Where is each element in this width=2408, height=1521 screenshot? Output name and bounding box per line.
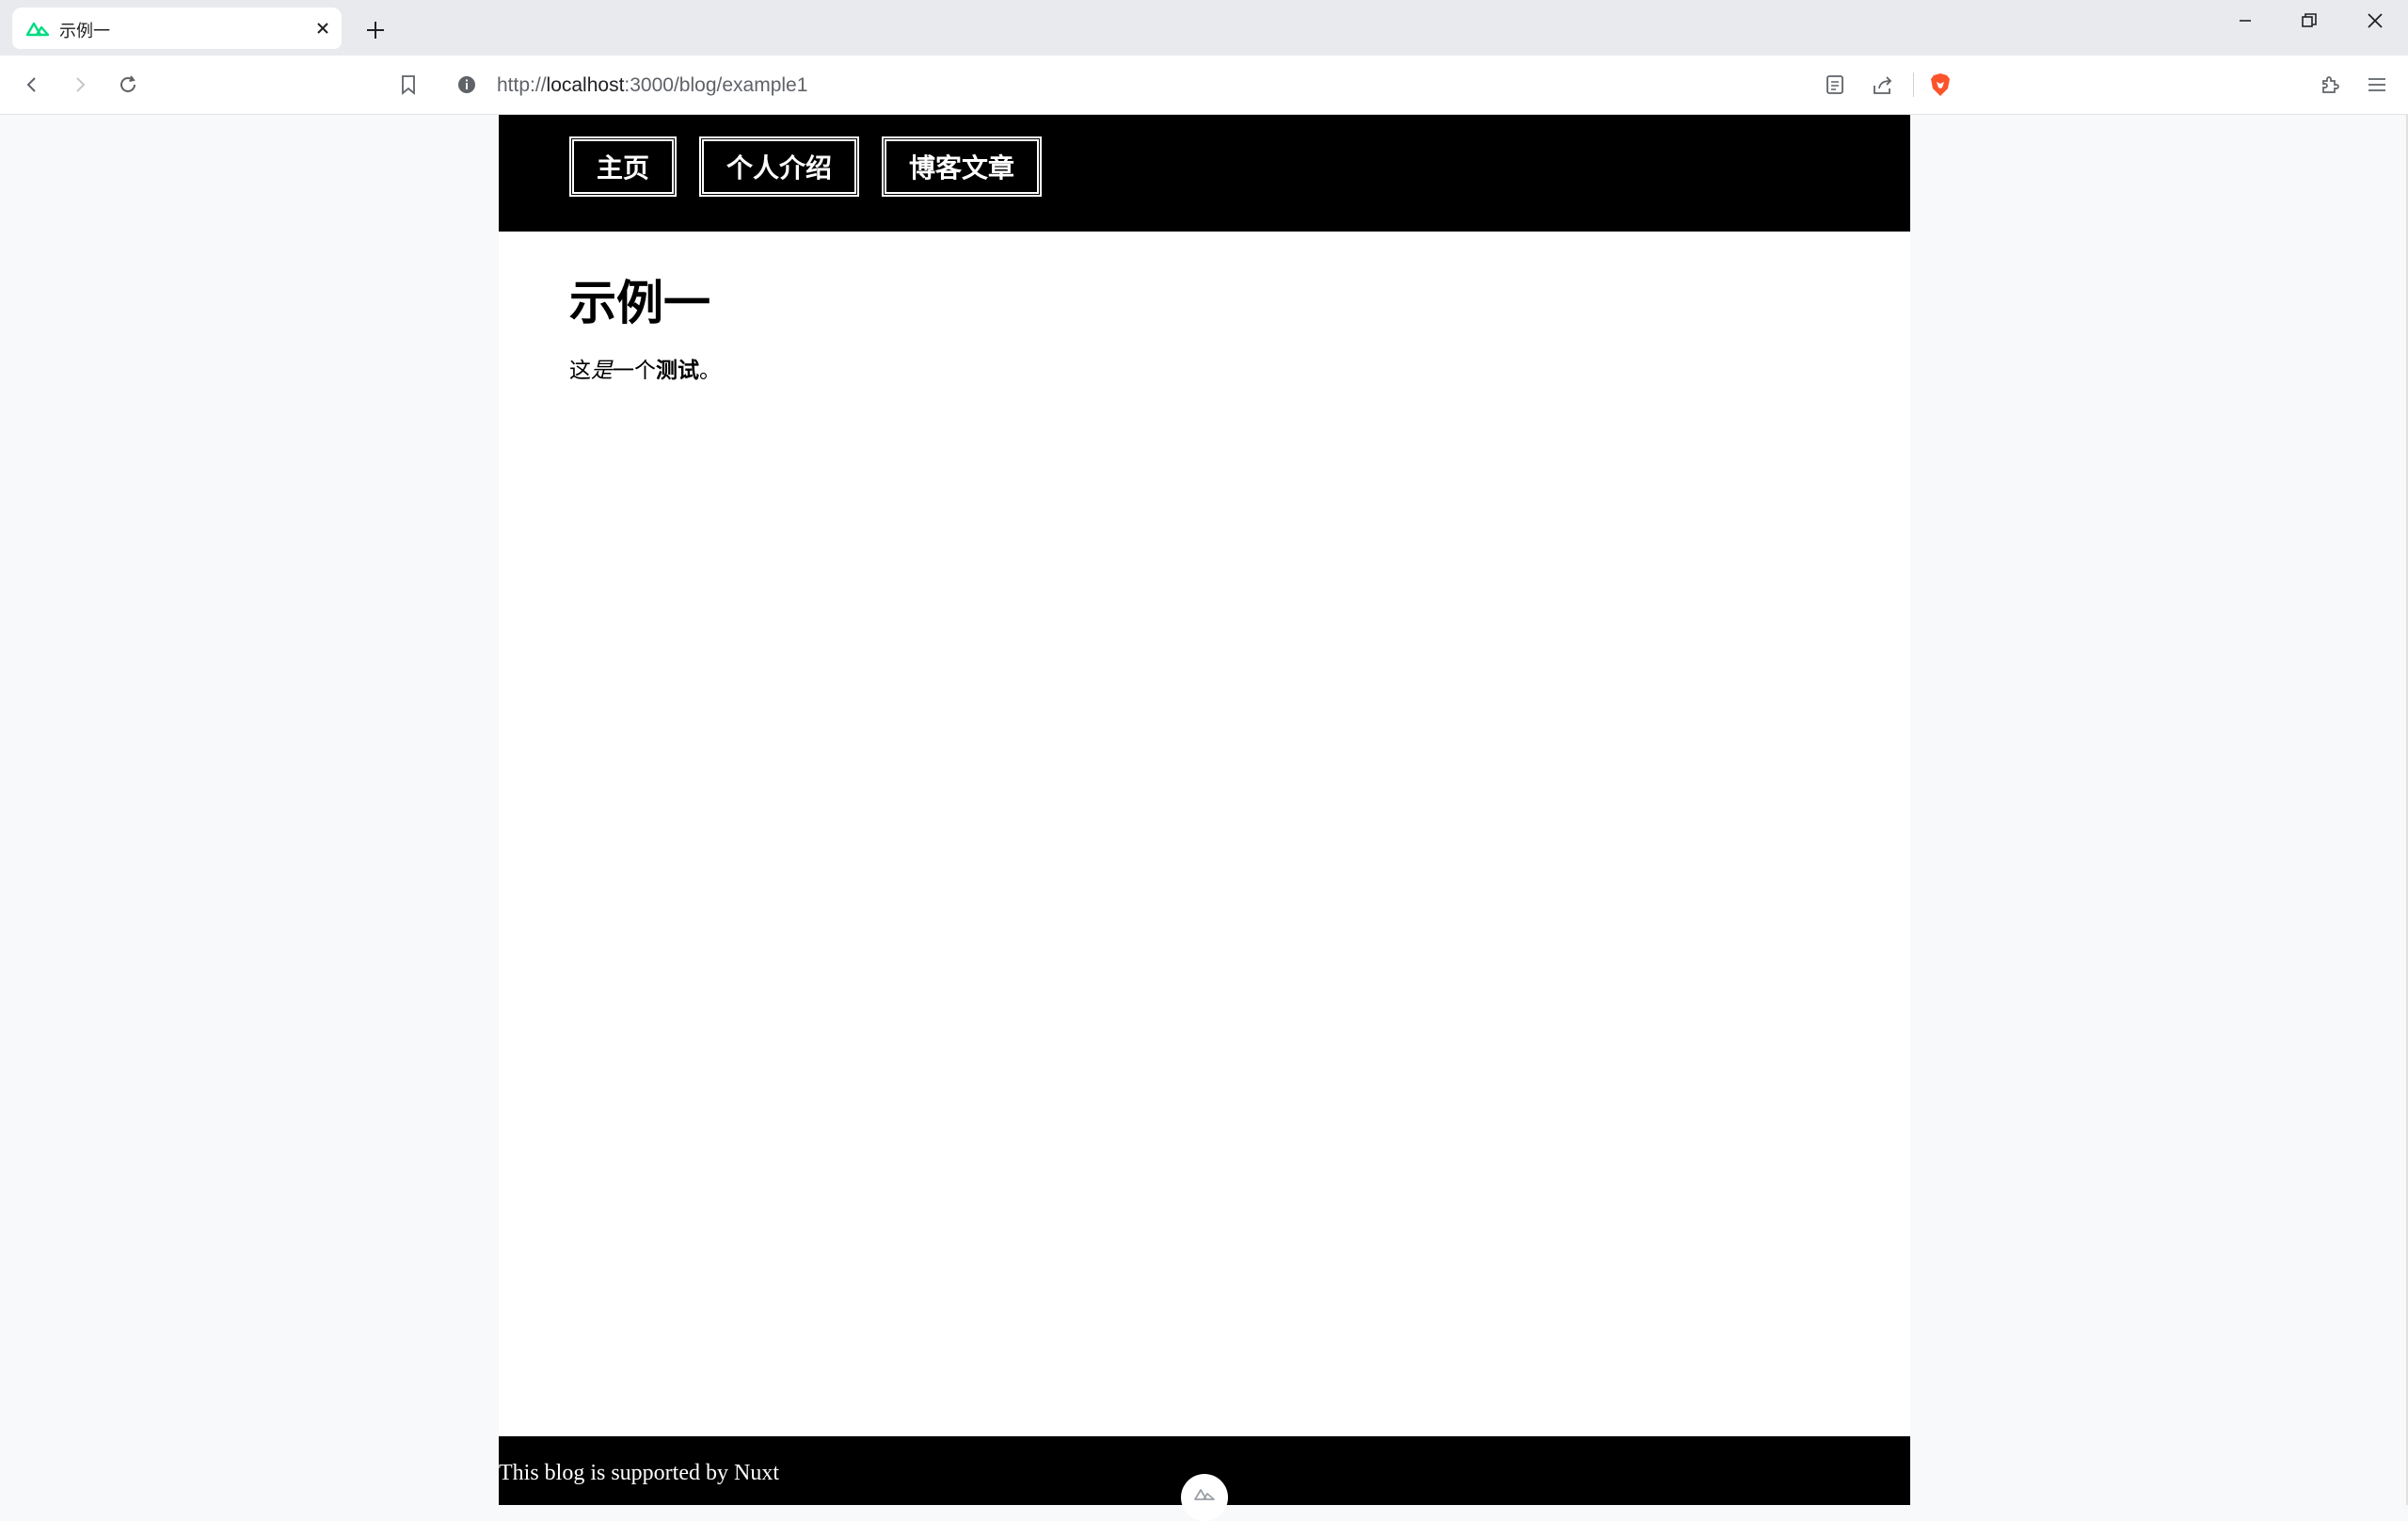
share-icon (1874, 76, 1892, 94)
reload-icon (120, 75, 136, 92)
nuxt-logo-icon (1194, 1489, 1215, 1500)
reader-mode-button[interactable] (1821, 71, 1849, 99)
close-icon (2368, 13, 2383, 28)
address-bar[interactable]: http://localhost:3000/blog/example1 (441, 63, 1966, 106)
site-footer: This blog is supported by Nuxt (499, 1436, 1910, 1521)
nuxt-devtools-button[interactable] (1181, 1474, 1228, 1521)
brave-shields-button[interactable] (1926, 71, 1954, 99)
bookmark-icon (402, 75, 415, 95)
share-button[interactable] (1869, 71, 1897, 99)
site-header: 主页 个人介绍 博客文章 (499, 115, 1910, 232)
nuxt-logo-icon (25, 22, 50, 37)
brave-lion-icon (1931, 73, 1950, 96)
restore-icon (2302, 13, 2317, 27)
site-info-icon[interactable] (456, 74, 477, 95)
url-scheme: http:// (497, 74, 547, 96)
browser-tab[interactable]: 示例一 (12, 8, 342, 49)
minimize-button[interactable] (2224, 6, 2267, 36)
nav-about-button[interactable]: 个人介绍 (699, 136, 860, 197)
article-title: 示例一 (569, 276, 710, 330)
tab-strip: 示例一 (0, 0, 2408, 56)
puzzle-piece-icon (2322, 76, 2339, 93)
url-host: localhost (546, 74, 625, 96)
browser-toolbar: http://localhost:3000/blog/example1 (0, 56, 2408, 115)
nav-blog-button[interactable]: 博客文章 (882, 136, 1043, 197)
back-arrow-icon (26, 77, 36, 92)
url-text[interactable]: http://localhost:3000/blog/example1 (497, 74, 807, 97)
bookmark-button[interactable] (391, 68, 425, 102)
blog-page: 主页 个人介绍 博客文章 示例一 这是一个测试。 This blog is su… (499, 115, 1910, 1521)
body-text-italic: 是 (591, 359, 613, 383)
tab-title: 示例一 (59, 22, 110, 41)
forward-arrow-icon (76, 77, 86, 92)
omnibox-divider (1913, 72, 1914, 97)
reader-mode-icon (1826, 75, 1843, 94)
extensions-button[interactable] (2314, 68, 2348, 102)
body-text-regular: 一个 (613, 359, 656, 383)
main-nav: 主页 个人介绍 博客文章 (569, 136, 1043, 197)
hamburger-menu-icon (2368, 78, 2385, 91)
back-button[interactable] (15, 68, 49, 102)
article-body: 这是一个测试。 (569, 352, 721, 384)
close-tab-icon[interactable] (311, 17, 334, 40)
url-path: :3000/blog/example1 (624, 74, 808, 96)
minimize-icon (2240, 20, 2251, 22)
body-text-plain: 这 (569, 359, 591, 383)
close-window-button[interactable] (2353, 6, 2397, 36)
forward-button[interactable] (63, 68, 97, 102)
plus-icon (367, 22, 384, 39)
footer-text: This blog is supported by Nuxt (499, 1461, 779, 1485)
nav-home-button[interactable]: 主页 (569, 136, 678, 197)
restore-button[interactable] (2288, 6, 2331, 36)
menu-button[interactable] (2360, 68, 2394, 102)
body-text-bold: 测试 (656, 359, 699, 383)
body-text-end: 。 (699, 359, 721, 383)
new-tab-button[interactable] (360, 15, 391, 45)
page-viewport: 主页 个人介绍 博客文章 示例一 这是一个测试。 This blog is su… (0, 115, 2408, 1521)
reload-button[interactable] (111, 68, 145, 102)
